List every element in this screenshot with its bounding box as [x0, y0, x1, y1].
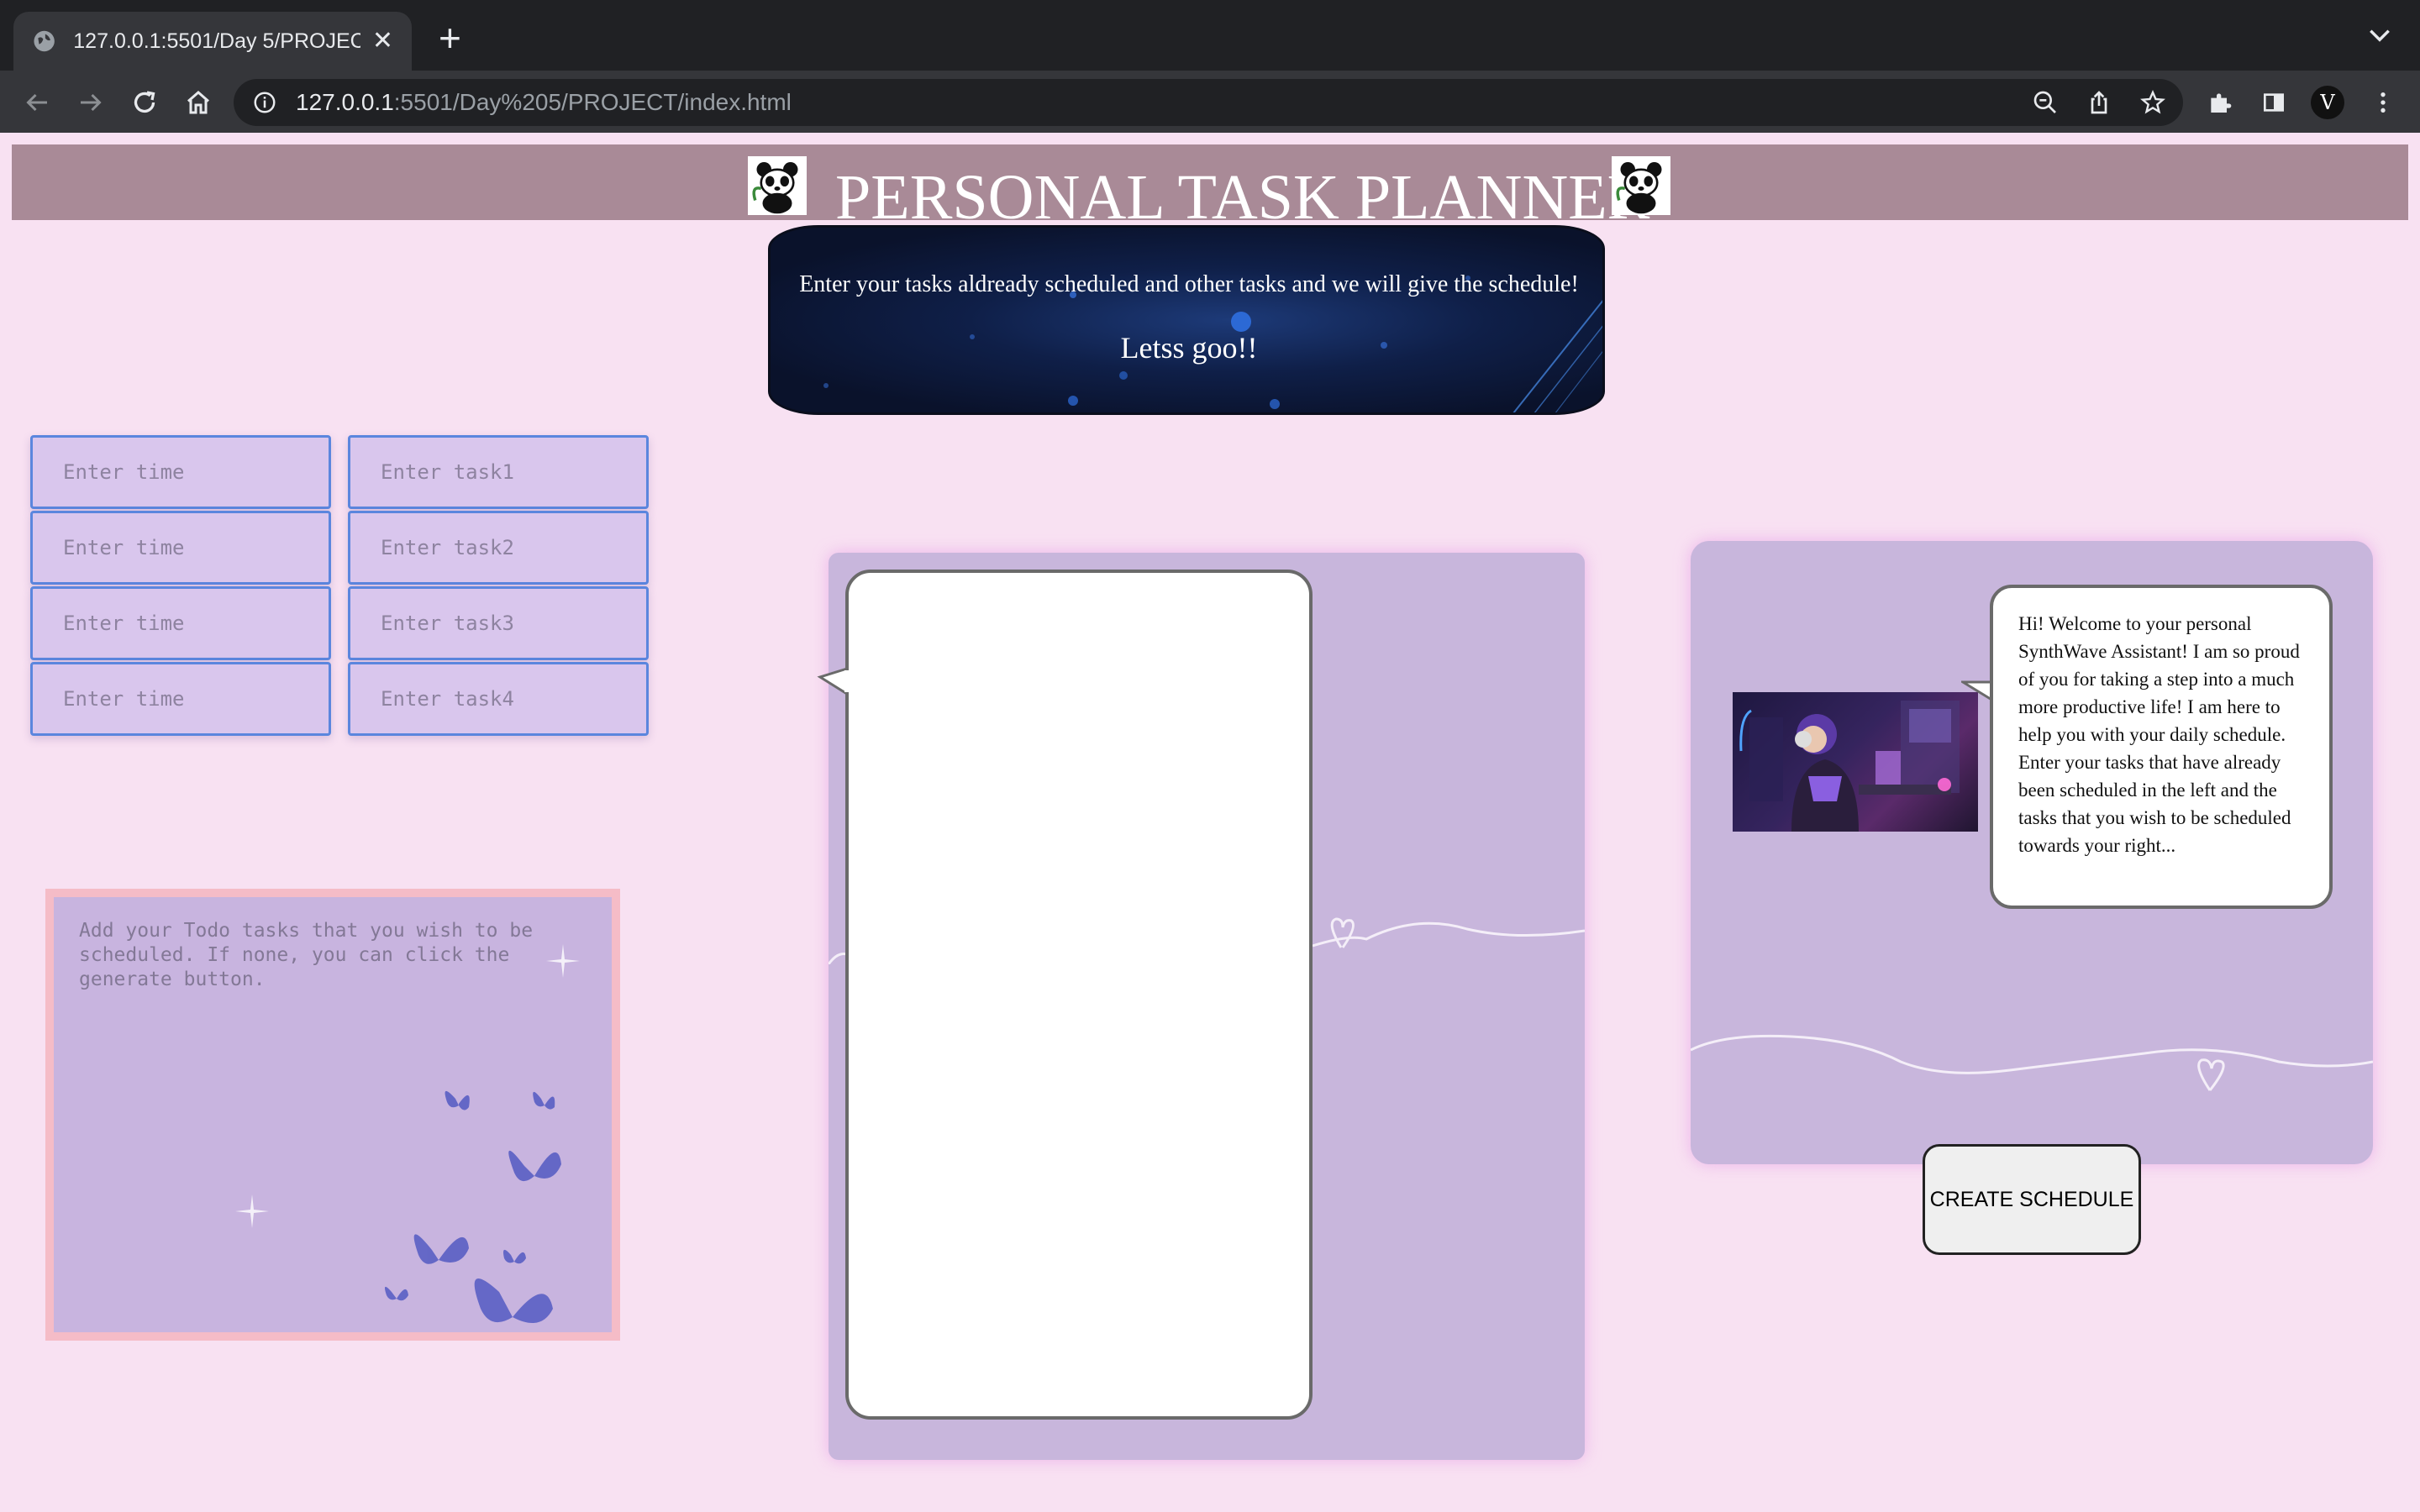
address-bar[interactable]: 127.0.0.1:5501/Day%205/PROJECT/index.htm…	[234, 79, 2183, 126]
home-icon[interactable]	[183, 87, 213, 118]
create-schedule-button[interactable]: CREATE SCHEDULE	[1923, 1144, 2141, 1255]
assistant-panel: Hi! Welcome to your personal SynthWave A…	[1691, 541, 2373, 1255]
plus-icon[interactable]: +	[439, 18, 461, 57]
schedule-panel	[817, 553, 1585, 1460]
back-arrow-icon[interactable]	[22, 87, 52, 118]
browser-toolbar: 127.0.0.1:5501/Day%205/PROJECT/index.htm…	[0, 71, 2420, 133]
speech-tail	[817, 666, 850, 696]
time-input-3[interactable]	[30, 586, 331, 660]
time-input-4[interactable]	[30, 662, 331, 736]
panda-icon	[748, 156, 807, 215]
banner-description: Enter your tasks aldready scheduled and …	[799, 271, 1579, 297]
banner-cheer: Letss goo!!	[1120, 331, 1258, 365]
zoom-out-icon[interactable]	[2032, 89, 2059, 116]
globe-icon	[34, 30, 55, 52]
panda-icon	[1612, 156, 1670, 215]
tab-title: 127.0.0.1:5501/Day 5/PROJECT/index.html	[73, 29, 360, 53]
time-input-1[interactable]	[30, 435, 331, 509]
share-icon[interactable]	[2086, 89, 2112, 116]
side-panel-icon[interactable]	[2260, 89, 2287, 116]
intro-banner: Enter your tasks aldready scheduled and …	[768, 225, 1605, 415]
url-path: :5501/Day%205/PROJECT/index.html	[393, 89, 792, 115]
time-input-2[interactable]	[30, 511, 331, 585]
task-input-4[interactable]	[348, 662, 649, 736]
info-icon[interactable]	[252, 90, 277, 115]
assistant-speech-bubble: Hi! Welcome to your personal SynthWave A…	[1990, 585, 2333, 909]
url-text: 127.0.0.1:5501/Day%205/PROJECT/index.htm…	[296, 89, 792, 116]
synthwave-scene	[1739, 701, 1960, 832]
task-input-1[interactable]	[348, 435, 649, 509]
todo-textarea[interactable]	[45, 889, 620, 1341]
menu-dots-icon[interactable]	[2370, 89, 2396, 116]
header-bar: PERSONAL TASK PLANNER	[12, 144, 2408, 233]
chevron-down-icon[interactable]	[2366, 25, 2393, 45]
url-host: 127.0.0.1	[296, 89, 394, 115]
task-input-3[interactable]	[348, 586, 649, 660]
page-title: PERSONAL TASK PLANNER	[835, 162, 1650, 233]
reload-icon[interactable]	[129, 87, 160, 118]
page-content: PERSONAL TASK PLANNER Enter your tasks a…	[0, 133, 2420, 1512]
close-icon[interactable]: ✕	[372, 29, 393, 54]
synthwave-assistant-image	[1733, 692, 1978, 832]
extensions-icon[interactable]	[2207, 89, 2233, 116]
wave-line-decoration	[1691, 1034, 2373, 1091]
profile-avatar[interactable]: V	[2311, 86, 2344, 119]
task-input-2[interactable]	[348, 511, 649, 585]
star-icon[interactable]	[2139, 89, 2166, 116]
banner-background	[823, 276, 1602, 412]
browser-tab[interactable]: 127.0.0.1:5501/Day 5/PROJECT/index.html …	[13, 12, 412, 71]
browser-tab-strip: 127.0.0.1:5501/Day 5/PROJECT/index.html …	[0, 0, 2420, 71]
schedule-output-box	[845, 570, 1313, 1420]
forward-arrow-icon[interactable]	[76, 87, 106, 118]
